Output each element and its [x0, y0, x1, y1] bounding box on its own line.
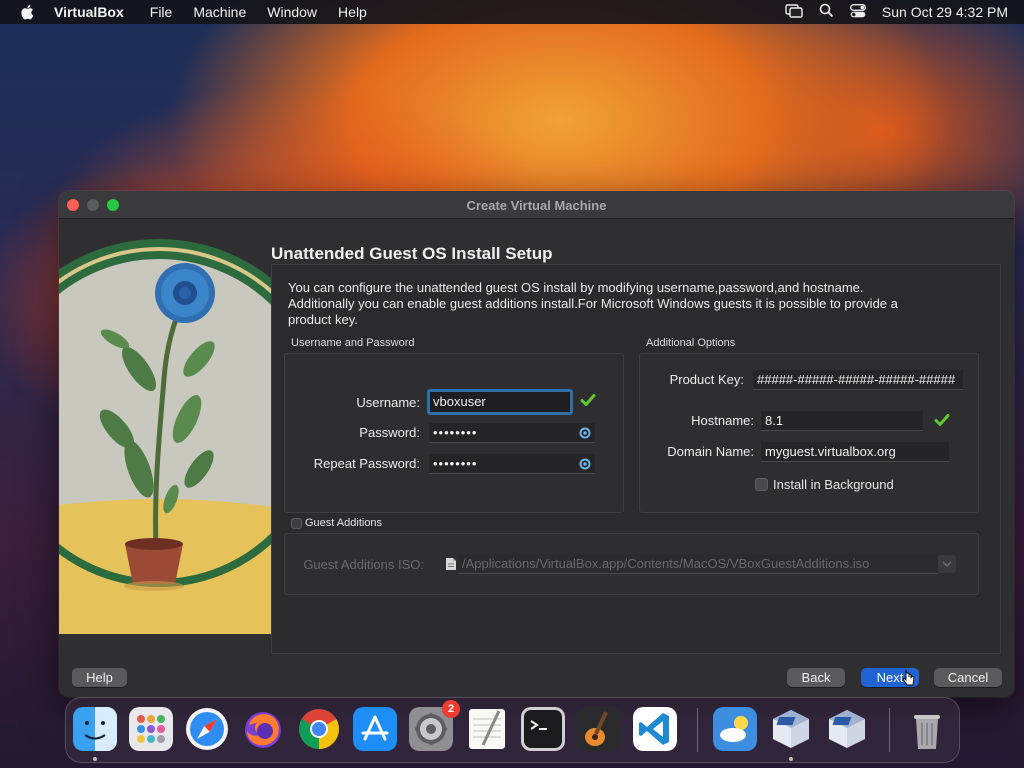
finder-running-indicator — [93, 757, 97, 761]
menu-machine[interactable]: Machine — [193, 4, 246, 20]
install-in-background-label[interactable]: Install in Background — [773, 477, 894, 492]
username-label: Username: — [356, 395, 420, 410]
window-title: Create Virtual Machine — [466, 198, 607, 213]
back-button[interactable]: Back — [787, 668, 845, 687]
domain-name-input[interactable]: myguest.virtualbox.org — [761, 442, 949, 462]
menu-bar: VirtualBox File Machine Window Help Sun … — [0, 0, 1024, 24]
spotlight-search-icon[interactable] — [819, 3, 834, 21]
system-settings-badge: 2 — [442, 700, 460, 718]
dock-app-store-icon[interactable] — [353, 707, 397, 751]
iso-file-icon — [445, 557, 457, 576]
dock-virtualbox-vm-icon[interactable] — [825, 707, 869, 751]
guest-additions-iso-label: Guest Additions ISO: — [303, 557, 424, 572]
menu-file[interactable]: File — [150, 4, 173, 20]
show-password-eye-icon[interactable] — [578, 426, 592, 440]
dock-vscode-icon[interactable] — [633, 707, 677, 751]
dock-safari-icon[interactable] — [185, 707, 229, 751]
virtualbox-running-indicator — [789, 757, 793, 761]
username-input[interactable]: vboxuser — [427, 389, 573, 415]
dock-separator-trash — [889, 708, 890, 752]
mouse-pointer-icon — [902, 669, 916, 692]
password-label: Password: — [359, 425, 420, 440]
wizard-heading: Unattended Guest OS Install Setup — [271, 244, 553, 263]
install-in-background-checkbox[interactable] — [755, 478, 768, 491]
hostname-input[interactable]: 8.1 — [761, 411, 923, 431]
dock-firefox-icon[interactable] — [241, 707, 285, 751]
dock-trash-icon[interactable] — [905, 707, 949, 751]
wizard-artwork — [59, 219, 271, 634]
wizard-description: You can configure the unattended guest O… — [288, 280, 898, 327]
show-repeat-password-eye-icon[interactable] — [578, 457, 592, 471]
guest-additions-iso-path[interactable]: /Applications/VirtualBox.app/Contents/Ma… — [458, 554, 938, 574]
dock-garageband-icon[interactable] — [577, 707, 621, 751]
hostname-label: Hostname: — [691, 413, 754, 428]
dock-separator — [697, 708, 698, 752]
dock-launchpad-icon[interactable] — [129, 707, 173, 751]
dock-virtualbox-icon[interactable] — [769, 707, 813, 751]
repeat-password-label: Repeat Password: — [313, 456, 420, 471]
hostname-valid-check-icon — [934, 412, 950, 428]
menubar-clock[interactable]: Sun Oct 29 4:32 PM — [882, 4, 1008, 20]
dock-terminal-icon[interactable] — [521, 707, 565, 751]
apple-menu-icon[interactable] — [18, 3, 36, 21]
dock-finder-icon[interactable] — [73, 707, 117, 751]
guest-additions-label[interactable]: Guest Additions — [305, 517, 382, 529]
create-vm-window: Create Virtual Machine Unattended Guest … — [59, 191, 1014, 697]
dock-chrome-icon[interactable] — [297, 707, 341, 751]
menu-help[interactable]: Help — [338, 4, 367, 20]
username-valid-check-icon — [580, 392, 596, 408]
control-center-icon[interactable] — [849, 3, 866, 21]
additional-options-label: Additional Options — [646, 337, 736, 349]
password-value: •••••••• — [433, 425, 478, 440]
iso-dropdown-chevron-icon[interactable] — [938, 555, 956, 573]
product-key-label: Product Key: — [669, 372, 744, 387]
password-input[interactable]: •••••••• — [429, 423, 595, 443]
dock-textedit-icon[interactable] — [465, 707, 509, 751]
guest-additions-checkbox[interactable] — [291, 518, 302, 529]
help-button[interactable]: Help — [72, 668, 127, 687]
product-key-input[interactable]: #####-#####-#####-#####-##### — [753, 370, 963, 390]
screen-mirroring-icon[interactable] — [785, 3, 803, 21]
dock-weather-icon[interactable] — [713, 707, 757, 751]
dock: 2 — [65, 697, 960, 763]
repeat-password-input[interactable]: •••••••• — [429, 454, 595, 474]
domain-name-label: Domain Name: — [667, 444, 754, 459]
repeat-password-value: •••••••• — [433, 456, 478, 471]
username-group-label: Username and Password — [291, 337, 415, 349]
menu-app-name[interactable]: VirtualBox — [54, 4, 124, 20]
menu-window[interactable]: Window — [267, 4, 317, 20]
wizard-content-panel: You can configure the unattended guest O… — [271, 264, 1001, 654]
cancel-button[interactable]: Cancel — [934, 668, 1002, 687]
window-titlebar[interactable]: Create Virtual Machine — [59, 191, 1014, 219]
